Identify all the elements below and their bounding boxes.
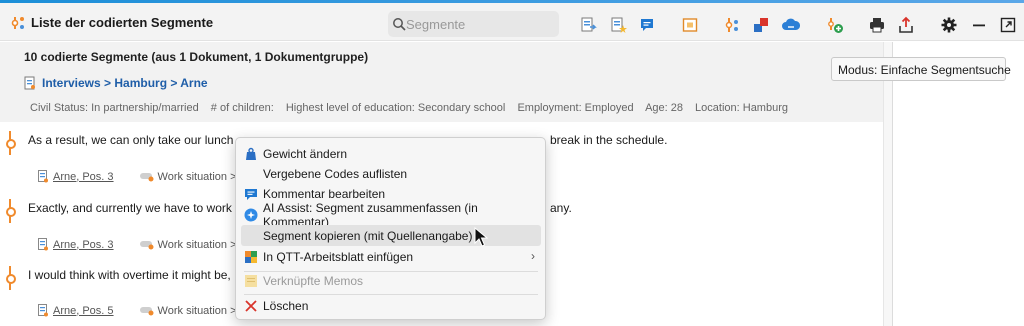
segment-bracket-icon — [6, 199, 16, 223]
search-box[interactable] — [388, 11, 559, 37]
cloud-icon[interactable] — [782, 16, 800, 34]
mouse-pointer-icon — [474, 227, 488, 247]
search-mode-tooltip: Modus: Einfache Segmentsuche — [831, 57, 1011, 81]
menu-item-label: Vergebene Codes auflisten — [263, 166, 408, 181]
menu-item-label: Verknüpfte Memos — [263, 273, 364, 288]
codes-icon[interactable] — [752, 16, 770, 34]
segment-meta: Arne, Pos. 3 Work situation > — [38, 170, 237, 183]
document-variables: Civil Status: In partnership/married # o… — [30, 102, 797, 114]
popout-icon[interactable] — [999, 16, 1017, 34]
memo-icon — [245, 274, 257, 287]
segment-text-start: Exactly, and currently we have to work — [28, 201, 232, 215]
variable-age: Age: 28 — [645, 102, 683, 114]
document-icon — [38, 304, 48, 317]
menu-item-ai-assist[interactable]: AI Assist: Segment zusammenfassen (in Ko… — [241, 201, 541, 229]
segment-bracket-icon — [6, 266, 16, 290]
right-pane — [892, 42, 1024, 326]
segment-text-start: As a result, we can only take our lunch — [28, 133, 234, 147]
segment-bracket-icon — [6, 131, 16, 155]
segment-meta: Arne, Pos. 3 Work situation > — [38, 238, 237, 251]
segment-text-start: I would think with overtime it might be,… — [28, 268, 238, 282]
add-code-icon[interactable] — [826, 16, 844, 34]
frame-icon[interactable] — [681, 16, 699, 34]
starred-doc-icon[interactable] — [609, 16, 627, 34]
variable-civil-status: Civil Status: In partnership/married — [30, 102, 199, 114]
menu-item-label: Löschen — [263, 298, 309, 313]
menu-item-list-codes[interactable]: Vergebene Codes auflisten — [241, 163, 541, 184]
context-menu: Gewicht ändern Vergebene Codes auflisten… — [235, 137, 546, 320]
search-icon — [393, 18, 406, 31]
document-icon — [38, 238, 48, 251]
document-header: 10 codierte Segmente (aus 1 Dokument, 1 … — [0, 42, 883, 122]
menu-item-change-weight[interactable]: Gewicht ändern — [241, 143, 541, 164]
variable-location: Location: Hamburg — [695, 102, 788, 114]
export-doc-icon[interactable] — [579, 16, 597, 34]
minimize-icon[interactable] — [970, 16, 988, 34]
document-icon — [24, 76, 35, 90]
menu-item-delete[interactable]: Löschen — [241, 295, 541, 316]
toolbar: Liste der codierten Segmente — [0, 3, 1024, 41]
segment-source-link[interactable]: Arne, Pos. 3 — [53, 171, 114, 183]
coded-segments-icon — [11, 17, 24, 29]
segment-count: 10 codierte Segmente (aus 1 Dokument, 1 … — [24, 50, 369, 64]
weights-icon[interactable] — [723, 16, 741, 34]
comment-icon[interactable] — [638, 16, 656, 34]
print-icon[interactable] — [868, 16, 886, 34]
submenu-chevron-icon: › — [531, 249, 535, 263]
menu-item-label: In QTT-Arbeitsblatt einfügen — [263, 249, 414, 264]
code-tag-icon — [139, 172, 154, 181]
menu-item-qtt-worksheet[interactable]: In QTT-Arbeitsblatt einfügen › — [241, 246, 541, 267]
variable-employment: Employment: Employed — [517, 102, 634, 114]
segment-source-link[interactable]: Arne, Pos. 3 — [53, 239, 114, 251]
menu-item-linked-memos: Verknüpfte Memos — [241, 270, 541, 291]
segment-code[interactable]: Work situation > — [158, 171, 237, 183]
menu-item-label: Segment kopieren (mit Quellenangabe) — [263, 228, 473, 243]
document-path-link[interactable]: Interviews > Hamburg > Arne — [24, 76, 208, 90]
comment-icon — [245, 188, 257, 200]
weight-icon — [246, 147, 256, 160]
menu-item-copy-segment[interactable]: Segment kopieren (mit Quellenangabe) — [241, 225, 541, 246]
segment-code[interactable]: Work situation > — [158, 239, 237, 251]
code-tag-icon — [139, 306, 154, 315]
qtt-icon — [245, 250, 257, 263]
segment-meta: Arne, Pos. 5 Work situation > — [38, 304, 237, 317]
window-title: Liste der codierten Segmente — [31, 15, 214, 30]
ai-assist-icon — [244, 208, 258, 221]
variable-children: # of children: — [210, 102, 274, 114]
export-icon[interactable] — [897, 16, 915, 34]
menu-item-label: Gewicht ändern — [263, 146, 348, 161]
segment-source-link[interactable]: Arne, Pos. 5 — [53, 305, 114, 317]
menu-item-label: Kommentar bearbeiten — [263, 186, 386, 201]
code-tag-icon — [139, 240, 154, 249]
segment-text-end: break in the schedule. — [550, 133, 668, 147]
vertical-scrollbar[interactable] — [883, 42, 892, 326]
search-input[interactable] — [406, 14, 554, 34]
segment-code[interactable]: Work situation > — [158, 305, 237, 317]
segment-text-end: any. — [550, 201, 572, 215]
delete-icon — [245, 299, 257, 312]
document-path: Interviews > Hamburg > Arne — [42, 76, 208, 90]
document-icon — [38, 170, 48, 183]
variable-education: Highest level of education: Secondary sc… — [285, 102, 506, 114]
settings-icon[interactable] — [940, 16, 958, 34]
